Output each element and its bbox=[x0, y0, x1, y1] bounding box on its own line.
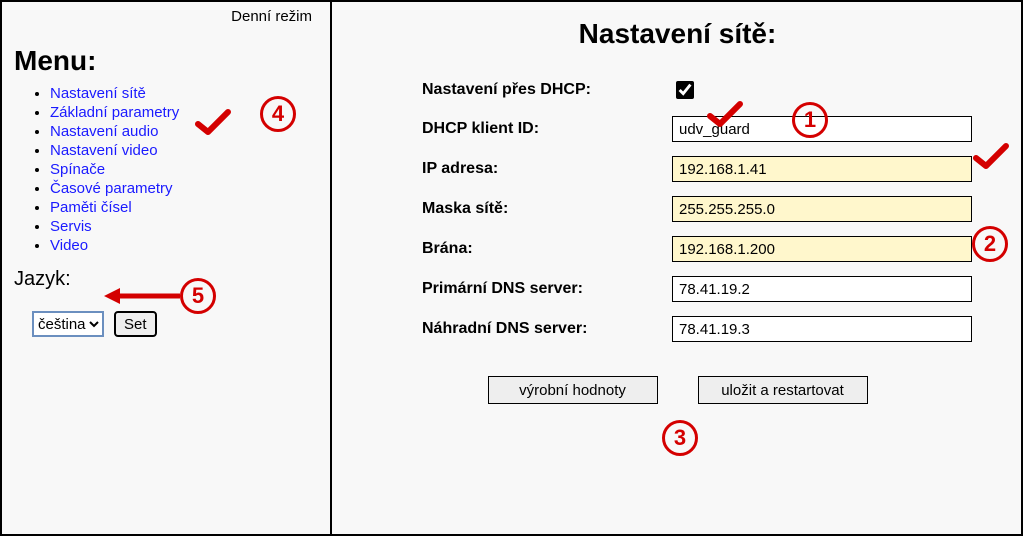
gateway-input[interactable] bbox=[672, 236, 972, 262]
ip-input[interactable] bbox=[672, 156, 972, 182]
dns2-label: Náhradní DNS server: bbox=[422, 320, 672, 338]
mask-label: Maska sítě: bbox=[422, 200, 672, 218]
menu-item-video-settings[interactable]: Nastavení video bbox=[50, 142, 318, 159]
mask-input[interactable] bbox=[672, 196, 972, 222]
ip-label: IP adresa: bbox=[422, 160, 672, 178]
main-panel: Nastavení sítě: Nastavení přes DHCP: DHC… bbox=[334, 2, 1021, 534]
dns2-input[interactable] bbox=[672, 316, 972, 342]
menu-item-memory[interactable]: Paměti čísel bbox=[50, 199, 318, 216]
menu-item-video[interactable]: Video bbox=[50, 237, 318, 254]
dns1-label: Primární DNS server: bbox=[422, 280, 672, 298]
menu-link[interactable]: Časové parametry bbox=[50, 180, 173, 197]
mode-label: Denní režim bbox=[14, 8, 318, 25]
dhcp-client-id-input[interactable] bbox=[672, 116, 972, 142]
menu-link[interactable]: Základní parametry bbox=[50, 104, 179, 121]
menu-link[interactable]: Servis bbox=[50, 218, 92, 235]
sidebar: Denní režim Menu: Nastavení sítě Základn… bbox=[2, 2, 332, 534]
menu-item-network[interactable]: Nastavení sítě bbox=[50, 85, 318, 102]
menu-link[interactable]: Nastavení audio bbox=[50, 123, 158, 140]
menu-link[interactable]: Nastavení video bbox=[50, 142, 158, 159]
language-set-button[interactable]: Set bbox=[114, 311, 157, 337]
menu-link[interactable]: Paměti čísel bbox=[50, 199, 132, 216]
save-restart-button[interactable]: uložit a restartovat bbox=[698, 376, 868, 404]
page-title: Nastavení sítě: bbox=[352, 18, 1003, 50]
menu-list: Nastavení sítě Základní parametry Nastav… bbox=[14, 85, 318, 254]
gateway-label: Brána: bbox=[422, 240, 672, 258]
menu-title: Menu: bbox=[14, 45, 318, 77]
menu-item-basic[interactable]: Základní parametry bbox=[50, 104, 318, 121]
language-select[interactable]: čeština bbox=[32, 311, 104, 337]
menu-item-service[interactable]: Servis bbox=[50, 218, 318, 235]
dhcp-label: Nastavení přes DHCP: bbox=[422, 81, 672, 99]
menu-link[interactable]: Nastavení sítě bbox=[50, 85, 146, 102]
menu-link[interactable]: Video bbox=[50, 237, 88, 254]
menu-link[interactable]: Spínače bbox=[50, 161, 105, 178]
menu-item-audio[interactable]: Nastavení audio bbox=[50, 123, 318, 140]
dhcp-client-id-label: DHCP klient ID: bbox=[422, 120, 672, 138]
menu-item-switches[interactable]: Spínače bbox=[50, 161, 318, 178]
defaults-button[interactable]: výrobní hodnoty bbox=[488, 376, 658, 404]
language-title: Jazyk: bbox=[14, 268, 318, 291]
menu-item-time[interactable]: Časové parametry bbox=[50, 180, 318, 197]
dhcp-checkbox[interactable] bbox=[676, 81, 694, 99]
dns1-input[interactable] bbox=[672, 276, 972, 302]
